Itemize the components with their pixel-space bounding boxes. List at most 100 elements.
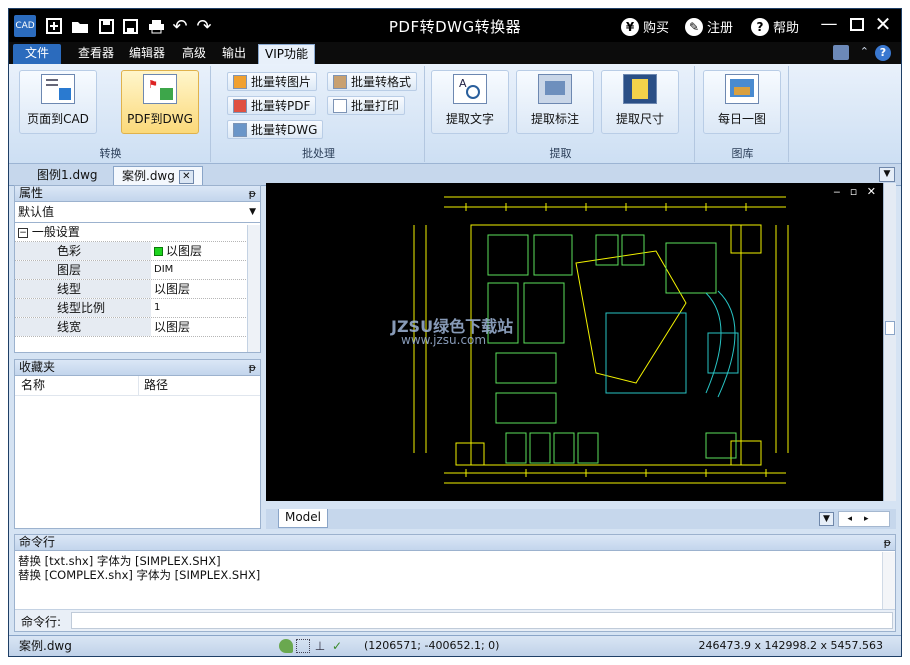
group-extract: A 提取文字 提取标注 提取尺寸 提取 [427,66,695,162]
extract-text-icon: A [453,74,487,104]
ribbon-help-icon[interactable]: ? [875,45,891,61]
minimize-button[interactable]: — [817,12,841,36]
properties-selector[interactable]: 默认值 ▼ [15,202,260,223]
page-to-cad-icon [41,74,75,104]
command-line-1: 替换 [txt.shx] 字体为 [SIMPLEX.SHX] [18,554,221,568]
viewport-vscroll[interactable] [883,183,896,501]
app-window: CAD ↶ ↷ PDF转DWG转换器 ¥ 购买 ✎ 注册 ? 帮助 — ✕ 文件… [8,8,902,657]
cad-drawing [413,196,789,484]
group-library: 每日一图 图库 [697,66,789,162]
command-panel: 命令行 ᵽ 替换 [txt.shx] 字体为 [SIMPLEX.SHX] 替换 [… [14,534,896,632]
polar-icon[interactable]: ✓ [330,639,344,653]
group-library-label: 图库 [731,147,754,160]
extract-dim-icon [623,74,657,104]
status-extents: 246473.9 x 142998.2 x 5457.563 [698,639,883,652]
properties-scrollbar[interactable] [247,225,260,352]
batch-print-button[interactable]: 批量打印 [327,96,406,115]
register-button[interactable]: ✎ 注册 [685,17,733,36]
prop-row[interactable]: 色彩 以图层 [15,242,260,261]
page-to-cad-button[interactable]: 页面到CAD [19,70,97,134]
pdf-to-dwg-label: PDF到DWG [127,112,193,126]
grid-icon[interactable] [296,639,310,653]
ortho-icon[interactable]: ⊥ [313,639,327,653]
tab-editor[interactable]: 编辑器 [123,44,171,64]
status-coords: (1206571; -400652.1; 0) [364,639,500,652]
color-swatch [154,247,163,256]
col-path[interactable]: 路径 [139,376,168,395]
status-bar: 案例.dwg ⊥ ✓ (1206571; -400652.1; 0) 24647… [9,635,901,656]
snap-icon[interactable] [279,639,293,653]
dropdown-arrow-icon: ▼ [249,207,256,217]
status-tools: ⊥ ✓ [279,639,344,653]
style-brush-icon[interactable] [833,45,849,60]
extract-text-button[interactable]: A 提取文字 [431,70,509,134]
properties-panel: 属性 ᵽ 默认值 ▼ − 一般设置 色彩 以图层 图层 DIM 线型 以图层 线型比例 1… [14,185,261,353]
tab-list-dropdown-icon[interactable]: ▼ [879,167,895,182]
prop-color-value: 以图层 [166,244,203,258]
prop-key: 色彩 [15,242,151,260]
extract-dim-button[interactable]: 提取尺寸 [601,70,679,134]
prop-row[interactable]: 线型比例 1 [15,299,260,318]
status-filename: 案例.dwg [19,639,72,653]
drawing-canvas[interactable]: JZSU绿色下载站 www.jzsu.com ‒ ▫ ✕ [266,183,883,501]
pin-icon[interactable]: ᵽ [884,535,891,550]
batch-pdf-button[interactable]: 批量转PDF [227,96,317,115]
command-history: 替换 [txt.shx] 字体为 [SIMPLEX.SHX] 替换 [COMPL… [15,551,895,609]
extract-label-label: 提取标注 [530,112,579,126]
model-tab[interactable]: Model [278,509,328,528]
properties-header: 属性 ᵽ [15,186,260,202]
watermark-bottom: www.jzsu.com [401,333,487,347]
pin-icon[interactable]: ᵽ [249,186,256,201]
doc-tab-1[interactable]: 图例1.dwg [29,166,106,186]
col-name[interactable]: 名称 [15,376,139,395]
layout-dropdown-icon[interactable]: ▼ [819,512,834,526]
extract-label-icon [538,74,572,104]
tab-output[interactable]: 输出 [216,44,252,64]
tab-advanced[interactable]: 高级 [176,44,212,64]
close-icon: ✕ [874,12,892,36]
selector-value: 默认值 [18,205,55,219]
tab-viewer[interactable]: 查看器 [72,44,120,64]
viewport-window-controls[interactable]: ‒ ▫ ✕ [833,185,879,198]
help-button[interactable]: ? 帮助 [751,17,799,36]
maximize-button[interactable] [845,12,869,36]
doc-tab-2[interactable]: 案例.dwg ✕ [113,166,203,186]
prop-key: 线宽 [15,318,151,336]
command-scrollbar[interactable] [882,552,895,610]
maximize-icon [850,17,864,31]
extract-dim-label: 提取尺寸 [615,112,664,126]
favorites-columns: 名称 路径 [15,376,260,396]
close-button[interactable]: ✕ [871,12,895,36]
title-bar: CAD ↶ ↷ PDF转DWG转换器 ¥ 购买 ✎ 注册 ? 帮助 — ✕ [9,9,901,42]
close-tab-icon[interactable]: ✕ [178,169,194,184]
tab-vip[interactable]: VIP功能 [258,44,315,64]
group-batch-label: 批处理 [302,147,335,160]
batch-format-button[interactable]: 批量转格式 [327,72,418,91]
prop-value: 以图层 [154,282,191,296]
command-input[interactable] [71,612,893,629]
command-prompt-label: 命令行: [21,615,62,629]
batch-image-button[interactable]: 批量转图片 [227,72,318,91]
pin-icon[interactable]: ᵽ [249,360,256,375]
batch-dwg-button[interactable]: 批量转DWG [227,120,324,139]
command-input-row: 命令行: [15,609,895,631]
extract-label-button[interactable]: 提取标注 [516,70,594,134]
daily-image-button[interactable]: 每日一图 [703,70,781,134]
buy-button[interactable]: ¥ 购买 [621,17,669,36]
tab-file[interactable]: 文件 [13,44,61,64]
collapse-ribbon-icon[interactable]: ⌃ [860,45,869,58]
prop-row[interactable]: 图层 DIM [15,261,260,280]
pdf-to-dwg-button[interactable]: ⚑ PDF到DWG [121,70,199,134]
collapse-icon[interactable]: − [18,227,28,238]
section-general[interactable]: − 一般设置 [15,223,260,242]
prop-key: 线型 [15,280,151,298]
batch-image-label: 批量转图片 [251,75,312,89]
prop-row[interactable]: 线宽 以图层 [15,318,260,337]
prop-row[interactable]: 线型 以图层 [15,280,260,299]
batch-pdf-label: 批量转PDF [251,99,311,113]
vscroll-thumb[interactable] [885,321,895,335]
daily-image-label: 每日一图 [717,112,766,126]
format-icon [333,74,347,89]
help-label: 帮助 [773,21,800,36]
hscroll-arrows[interactable]: ◂▸ [838,511,890,527]
